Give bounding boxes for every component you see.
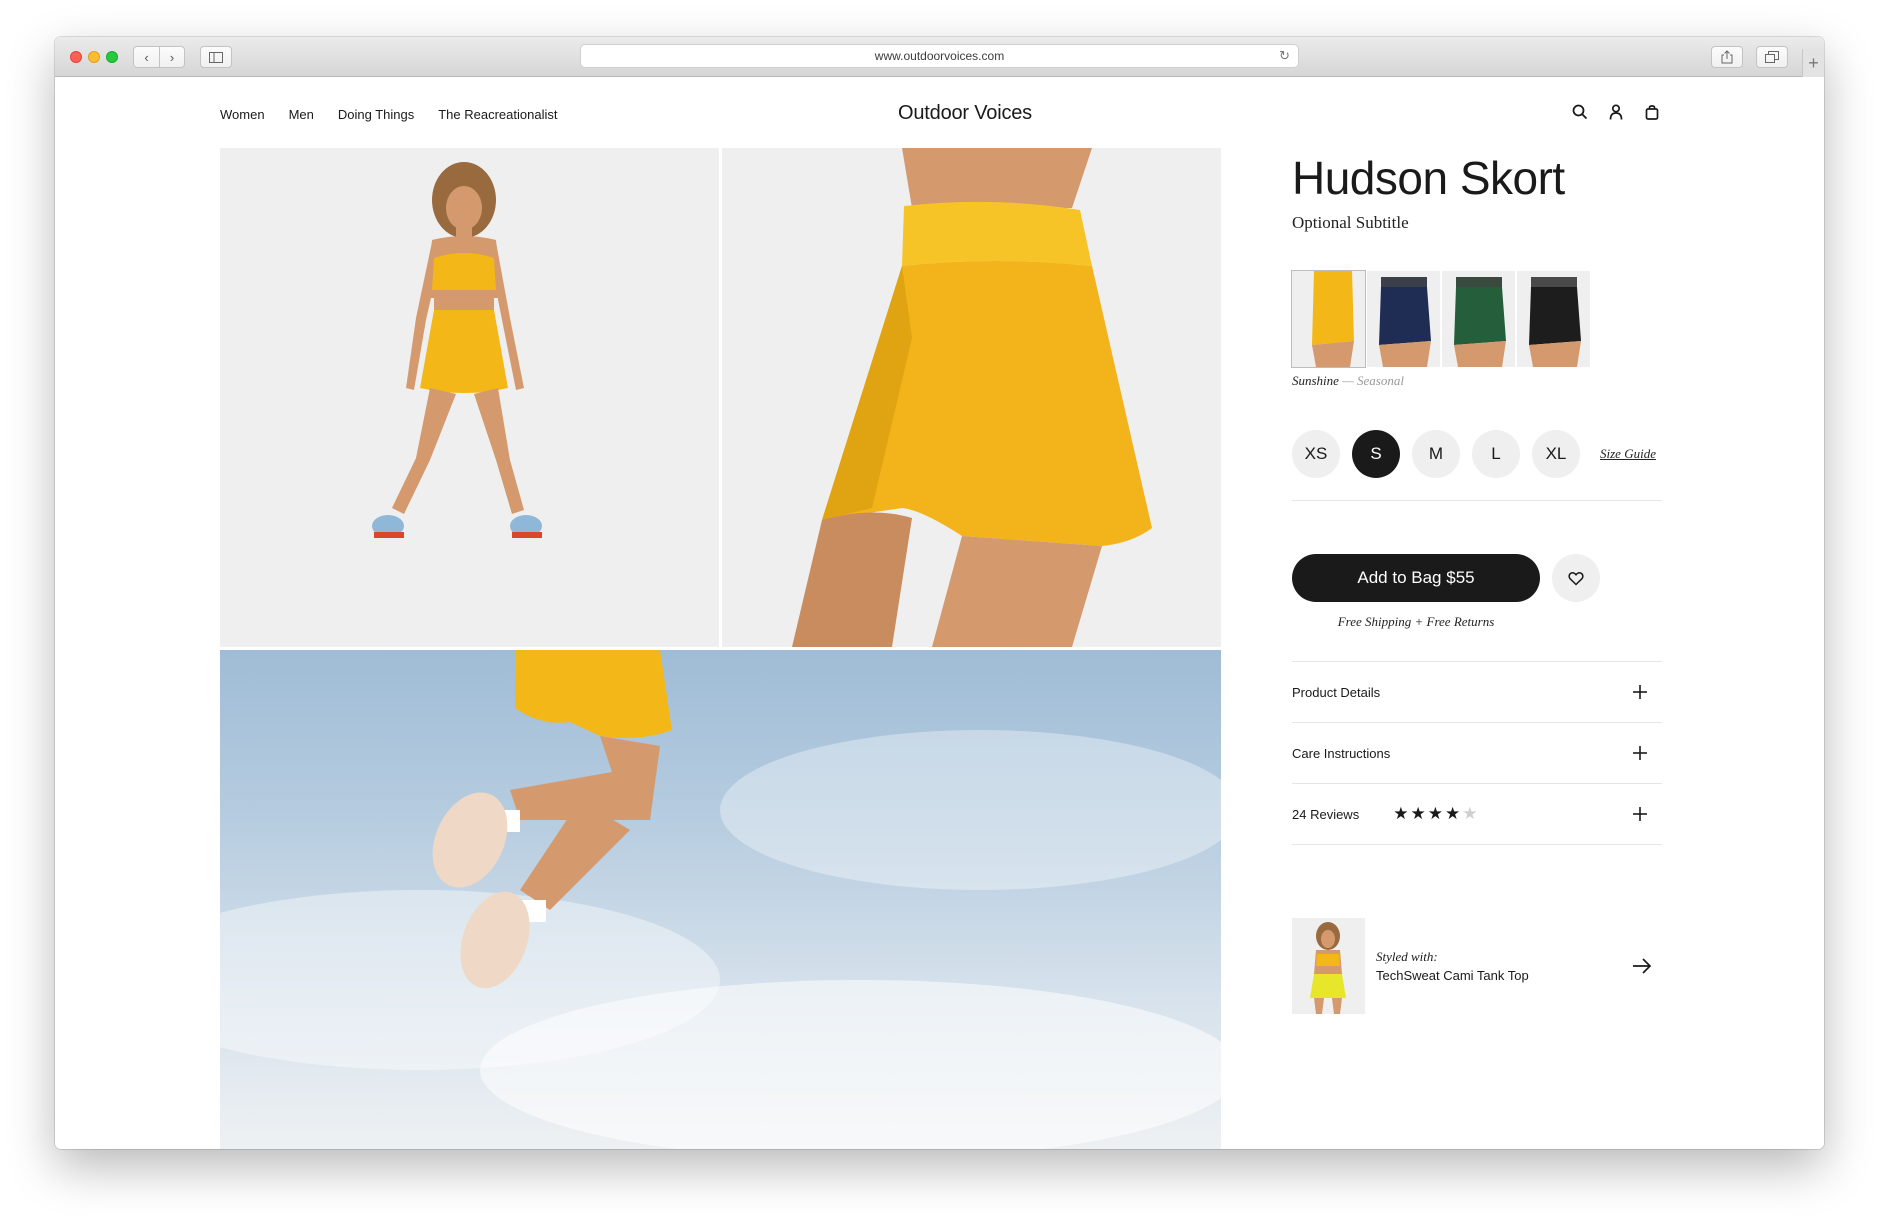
jumping-model-illustration (220, 650, 1221, 1149)
product-info-panel: Hudson Skort Optional Subtitle Sunshine … (1291, 148, 1662, 1014)
plus-icon (1633, 807, 1647, 821)
star-icon: ★ (1393, 804, 1409, 823)
url-text: www.outdoorvoices.com (874, 49, 1005, 63)
swatch-sunshine[interactable] (1291, 270, 1366, 368)
tabs-icon (1765, 51, 1779, 63)
brand-logo[interactable]: Outdoor Voices (815, 102, 1115, 125)
nav-women[interactable]: Women (220, 107, 265, 122)
accordion-care-instructions[interactable]: Care Instructions (1292, 723, 1662, 783)
web-page: Women Men Doing Things The Reacreational… (55, 77, 1824, 1149)
sidebar-toggle-button[interactable] (200, 46, 232, 68)
divider (1292, 500, 1662, 501)
size-l-button[interactable]: L (1472, 430, 1520, 478)
close-window-button[interactable] (70, 51, 82, 63)
size-guide-link[interactable]: Size Guide (1600, 446, 1656, 462)
size-m-button[interactable]: M (1412, 430, 1460, 478)
product-photo-full-body[interactable] (220, 148, 719, 647)
main-nav: Women Men Doing Things The Reacreational… (220, 107, 557, 122)
address-bar[interactable]: www.outdoorvoices.com ↻ (580, 44, 1299, 68)
nav-men[interactable]: Men (289, 107, 314, 122)
swatch-image (1379, 277, 1431, 367)
styled-with-card[interactable]: Styled with: TechSweat Cami Tank Top (1292, 918, 1662, 1014)
forward-icon[interactable]: › (158, 47, 184, 67)
model-full-body-illustration (372, 162, 542, 538)
color-name: Sunshine (1292, 373, 1339, 388)
styled-with-label: Styled with: (1376, 949, 1438, 964)
zoom-window-button[interactable] (106, 51, 118, 63)
share-icon (1721, 50, 1733, 64)
bag-icon[interactable] (1641, 101, 1663, 123)
accordion-label: Care Instructions (1292, 745, 1391, 761)
title-bar: ‹ › www.outdoorvoices.com ↻ + (55, 37, 1824, 77)
minimize-window-button[interactable] (88, 51, 100, 63)
arrow-right-icon (1633, 958, 1652, 974)
divider (1292, 844, 1662, 845)
accordion-label: Product Details (1292, 684, 1381, 700)
heart-icon (1568, 571, 1584, 586)
skort-closeup-illustration (792, 148, 1152, 647)
plus-icon (1633, 685, 1647, 699)
new-tab-button[interactable]: + (1802, 49, 1824, 77)
swatch-image (1312, 271, 1354, 367)
history-nav: ‹ › (133, 46, 185, 68)
search-icon[interactable] (1569, 101, 1591, 123)
browser-window: ‹ › www.outdoorvoices.com ↻ + Women Men … (55, 37, 1824, 1149)
size-s-button[interactable]: S (1352, 430, 1400, 478)
wishlist-button[interactable] (1552, 554, 1600, 602)
star-icon: ★ (1444, 804, 1461, 823)
reviews-count: 24 Reviews (1292, 806, 1360, 822)
nav-doing-things[interactable]: Doing Things (338, 107, 414, 122)
swatch-green[interactable] (1442, 271, 1515, 367)
account-icon[interactable] (1605, 101, 1627, 123)
nav-reacreationalist[interactable]: The Reacreationalist (438, 107, 557, 122)
size-xs-button[interactable]: XS (1292, 430, 1340, 478)
swatch-navy[interactable] (1367, 271, 1440, 367)
plus-icon (1633, 746, 1647, 760)
star-icon: ★ (1427, 804, 1443, 823)
rating-stars: ★ ★ ★ ★ ★ (1393, 804, 1477, 824)
add-to-bag-button[interactable]: Add to Bag $55 (1292, 554, 1540, 602)
reload-icon[interactable]: ↻ (1279, 48, 1290, 64)
swatch-black[interactable] (1517, 271, 1590, 367)
selected-color-label: Sunshine — Seasonal (1292, 373, 1404, 389)
styled-with-thumbnail (1292, 918, 1365, 1014)
utility-icons (1569, 101, 1663, 123)
sidebar-icon (209, 51, 223, 63)
accordion-product-details[interactable]: Product Details (1292, 662, 1662, 722)
styled-with-image (1310, 922, 1346, 1014)
star-empty-icon: ★ (1462, 804, 1478, 823)
color-swatches (1291, 270, 1590, 368)
product-title: Hudson Skort (1292, 152, 1565, 204)
color-tag: Seasonal (1357, 373, 1404, 388)
tab-overview-button[interactable] (1756, 46, 1788, 68)
accordion-reviews[interactable]: 24 Reviews ★ ★ ★ ★ ★ (1292, 784, 1662, 844)
product-photo-jump[interactable] (220, 650, 1221, 1149)
size-selector: XS S M L XL Size Guide (1292, 430, 1656, 478)
star-icon: ★ (1410, 804, 1426, 823)
size-xl-button[interactable]: XL (1532, 430, 1580, 478)
product-subtitle: Optional Subtitle (1292, 213, 1409, 232)
back-icon[interactable]: ‹ (134, 47, 159, 67)
color-separator: — (1342, 373, 1354, 388)
styled-with-product-name: TechSweat Cami Tank Top (1376, 968, 1529, 983)
share-button[interactable] (1711, 46, 1743, 68)
shipping-note: Free Shipping + Free Returns (1337, 614, 1495, 629)
swatch-image (1529, 277, 1581, 367)
product-photo-closeup[interactable] (722, 148, 1221, 647)
swatch-image (1454, 277, 1506, 367)
